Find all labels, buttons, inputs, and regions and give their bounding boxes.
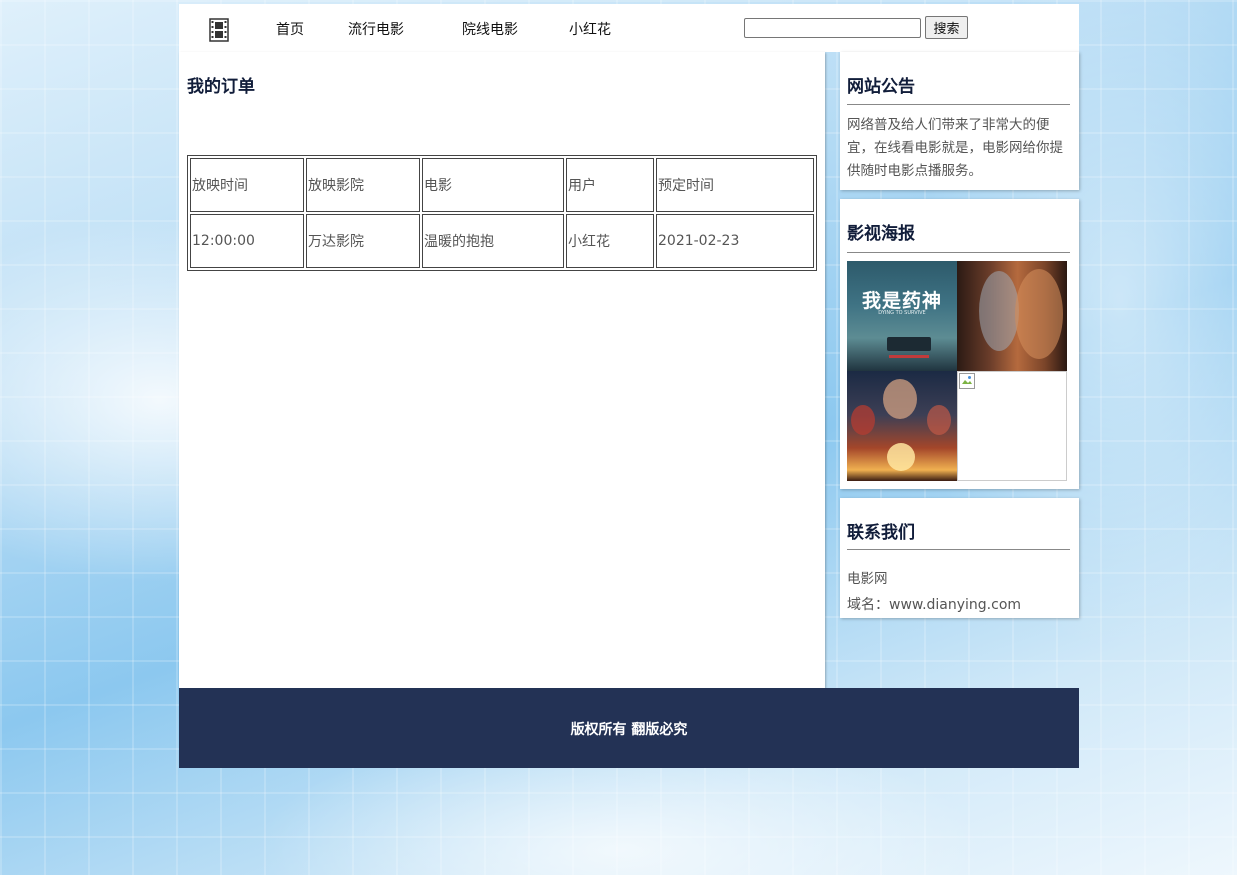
- poster-title-text: 我是药神: [861, 290, 942, 312]
- table-cell: 温暖的抱抱: [422, 214, 564, 268]
- posters-title: 影视海报: [847, 224, 915, 244]
- divider: [847, 252, 1070, 253]
- nav-cinema-movies[interactable]: 院线电影: [462, 19, 518, 39]
- announcement-line: 网络普及给人们带来了非常大的便: [847, 117, 1050, 133]
- top-nav-bar: 首页 流行电影 院线电影 小红花 搜索: [179, 4, 1079, 52]
- announcement-line: 宜，在线看电影就是，电影网给你提: [847, 140, 1063, 156]
- table-cell: 2021-02-23: [656, 214, 814, 268]
- posters-panel: 影视海报 我是药神 DYING TO SURVIVE: [840, 199, 1079, 489]
- contact-site-name: 电影网: [847, 571, 888, 587]
- nav-home[interactable]: 首页: [276, 19, 304, 39]
- orders-table: 放映时间 放映影院 电影 用户 预定时间 12:00:00 万达影院 温暖的抱抱…: [187, 155, 817, 271]
- broken-image-icon: [959, 373, 975, 389]
- table-row: 12:00:00 万达影院 温暖的抱抱 小红花 2021-02-23: [190, 214, 814, 268]
- table-cell: 小红花: [566, 214, 654, 268]
- poster-image[interactable]: 我是药神 DYING TO SURVIVE: [847, 261, 957, 371]
- table-header-row: 放映时间 放映影院 电影 用户 预定时间: [190, 158, 814, 212]
- column-header: 电影: [422, 158, 564, 212]
- announcement-text: 网络普及给人们带来了非常大的便 宜，在线看电影就是，电影网给你提 供随时电影点播…: [847, 114, 1063, 183]
- nav-popular-movies[interactable]: 流行电影: [348, 19, 404, 39]
- search-button[interactable]: 搜索: [925, 16, 968, 39]
- search-input[interactable]: [744, 18, 921, 38]
- divider: [847, 104, 1070, 105]
- film-strip-icon[interactable]: [209, 18, 229, 42]
- column-header: 预定时间: [656, 158, 814, 212]
- poster-subtitle-text: DYING TO SURVIVE: [878, 310, 926, 316]
- column-header: 放映时间: [190, 158, 304, 212]
- divider: [847, 549, 1070, 550]
- footer: 版权所有 翻版必究: [179, 688, 1079, 768]
- column-header: 用户: [566, 158, 654, 212]
- contact-domain: 域名：www.dianying.com: [847, 597, 1022, 613]
- main-content: 我的订单 放映时间 放映影院 电影 用户 预定时间 12:00:00 万达影院 …: [179, 52, 825, 688]
- poster-image[interactable]: [957, 261, 1067, 371]
- poster-image-broken[interactable]: [957, 371, 1067, 481]
- column-header: 放映影院: [306, 158, 420, 212]
- announcement-title: 网站公告: [847, 77, 915, 97]
- contact-title: 联系我们: [847, 523, 915, 543]
- announcement-line: 供随时电影点播服务。: [847, 163, 982, 179]
- table-cell: 万达影院: [306, 214, 420, 268]
- nav-user[interactable]: 小红花: [569, 19, 611, 39]
- page-title: 我的订单: [187, 77, 255, 97]
- contact-panel: 联系我们 电影网 域名：www.dianying.com: [840, 498, 1079, 618]
- poster-image[interactable]: [847, 371, 957, 481]
- copyright-text: 版权所有 翻版必究: [570, 722, 688, 738]
- announcement-panel: 网站公告 网络普及给人们带来了非常大的便 宜，在线看电影就是，电影网给你提 供随…: [840, 52, 1079, 190]
- table-cell: 12:00:00: [190, 214, 304, 268]
